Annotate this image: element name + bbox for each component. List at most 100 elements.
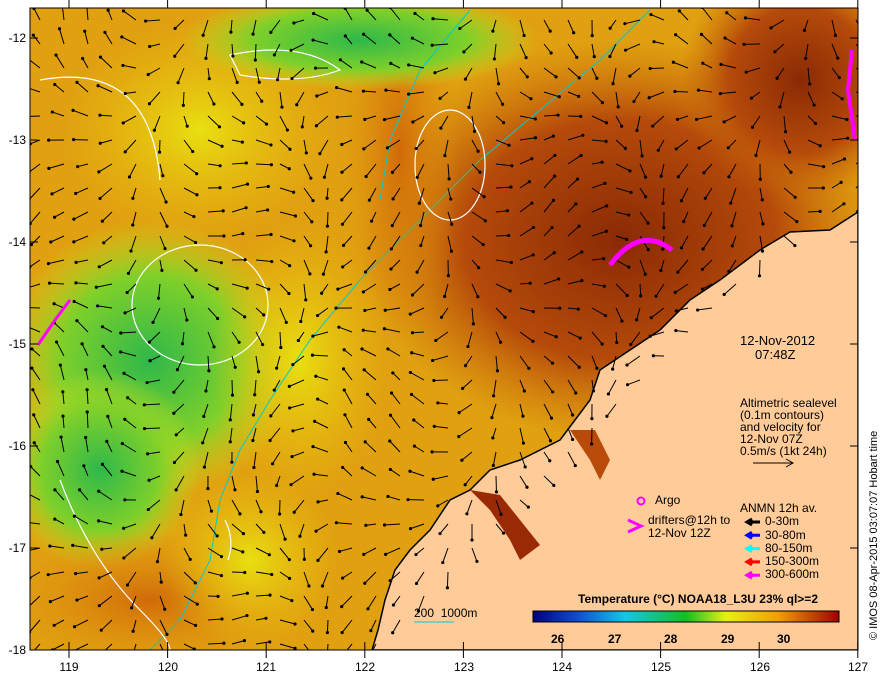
velocity-arrow-head <box>551 134 555 138</box>
velocity-arrow-head <box>570 437 575 442</box>
velocity-arrow-head <box>47 138 51 142</box>
velocity-arrow-head <box>769 26 773 30</box>
velocity-arrow-head <box>206 487 210 491</box>
velocity-arrow-head <box>482 195 486 199</box>
velocity-arrow-head <box>590 417 594 421</box>
lon-tick: 126 <box>749 660 771 674</box>
colorbar-title: Temperature (°C) NOAA18_L3U 23% ql>=2 <box>578 592 818 606</box>
velocity-arrow-head <box>275 366 279 370</box>
velocity-arrow-head <box>699 32 704 37</box>
velocity-arrow-head <box>74 191 78 196</box>
velocity-arrow-head <box>148 359 152 363</box>
velocity-arrow-head <box>531 253 535 257</box>
velocity-arrow-head <box>193 240 198 245</box>
velocity-arrow-head <box>311 629 315 633</box>
velocity-arrow-head <box>30 366 34 370</box>
velocity-arrow-head <box>494 490 499 494</box>
velocity-arrow-head <box>629 190 633 195</box>
velocity-arrow-head <box>123 417 127 421</box>
velocity-arrow-head <box>241 550 245 554</box>
velocity-arrow-head <box>822 165 826 169</box>
velocity-arrow-head <box>309 176 313 180</box>
velocity-arrow-head <box>592 55 596 59</box>
velocity-arrow-head <box>172 411 176 415</box>
velocity-arrow-head <box>201 441 205 445</box>
velocity-arrow-head <box>340 576 345 580</box>
velocity-arrow-head <box>527 180 532 184</box>
velocity-arrow <box>254 43 257 61</box>
velocity-arrow-head <box>575 177 580 181</box>
velocity-arrow-head <box>627 213 631 217</box>
velocity-arrow-head <box>410 293 415 297</box>
velocity-arrow-head <box>293 622 297 626</box>
velocity-arrow-head <box>122 526 126 530</box>
velocity-arrow-head <box>702 171 706 175</box>
velocity-arrow-head <box>269 163 274 167</box>
velocity-arrow-head <box>325 224 330 228</box>
velocity-arrow-head <box>463 483 467 487</box>
velocity-arrow-head <box>625 363 629 367</box>
velocity-arrow-head <box>83 29 87 33</box>
velocity-arrow-head <box>195 193 199 197</box>
velocity-arrow-head <box>525 485 529 489</box>
velocity-arrow-head <box>367 417 371 421</box>
lat-tick: -14 <box>8 235 26 249</box>
velocity-arrow-head <box>212 102 216 106</box>
velocity-arrow-head <box>207 369 211 373</box>
velocity-arrow-head <box>391 197 395 201</box>
velocity-arrow-head <box>267 553 271 557</box>
velocity-arrow-head <box>255 489 260 494</box>
velocity-arrow <box>758 259 761 276</box>
velocity-arrow-head <box>98 196 102 200</box>
velocity-arrow-head <box>723 36 727 40</box>
velocity-arrow-head <box>75 598 79 602</box>
velocity-arrow-head <box>252 465 256 470</box>
velocity-arrow-head <box>679 199 684 203</box>
velocity-arrow-head <box>604 229 608 233</box>
velocity-arrow-head <box>408 469 412 473</box>
velocity-arrow-head <box>291 429 295 433</box>
velocity-arrow-head <box>408 527 413 531</box>
velocity-arrow-head <box>142 403 146 407</box>
velocity-arrow-head <box>676 175 680 179</box>
velocity-arrow-head <box>413 11 417 16</box>
velocity-arrow-head <box>341 243 346 247</box>
velocity-arrow-head <box>272 53 277 57</box>
velocity-arrow-head <box>314 124 319 128</box>
velocity-arrow-head <box>318 152 322 156</box>
velocity-arrow-head <box>288 406 292 410</box>
velocity-arrow-head <box>628 169 632 173</box>
velocity-arrow-head <box>245 182 250 186</box>
velocity-arrow-head <box>121 9 126 13</box>
velocity-arrow-head <box>119 331 123 335</box>
velocity-arrow-head <box>174 433 178 437</box>
velocity-arrow-head <box>253 58 257 62</box>
velocity-arrow-head <box>30 347 34 351</box>
velocity-arrow-head <box>591 389 596 393</box>
velocity-arrow-head <box>125 290 129 295</box>
velocity-arrow-head <box>97 170 101 174</box>
velocity-arrow-head <box>366 607 370 611</box>
velocity-arrow-head <box>533 117 537 121</box>
velocity-arrow-head <box>338 58 342 62</box>
velocity-arrow-head <box>581 133 585 137</box>
velocity-arrow-head <box>207 77 211 81</box>
lon-tick: 119 <box>59 660 79 674</box>
velocity-arrow-head <box>251 32 255 36</box>
velocity-arrow-head <box>553 174 557 178</box>
velocity-arrow-head <box>262 530 266 534</box>
velocity-arrow-head <box>102 364 107 368</box>
velocity-arrow-head <box>679 246 684 250</box>
velocity-arrow-head <box>240 102 244 106</box>
velocity-arrow-head <box>287 384 291 388</box>
velocity-arrow-head <box>121 121 125 125</box>
velocity-arrow-head <box>212 345 216 349</box>
velocity-arrow-head <box>438 96 442 100</box>
velocity-arrow-head <box>551 198 556 202</box>
velocity-arrow-head <box>529 97 533 101</box>
velocity-arrow-head <box>623 22 627 26</box>
velocity-arrow-head <box>340 170 344 174</box>
velocity-arrow-head <box>313 419 317 423</box>
velocity-arrow-head <box>152 128 157 132</box>
velocity-arrow-head <box>388 287 392 292</box>
